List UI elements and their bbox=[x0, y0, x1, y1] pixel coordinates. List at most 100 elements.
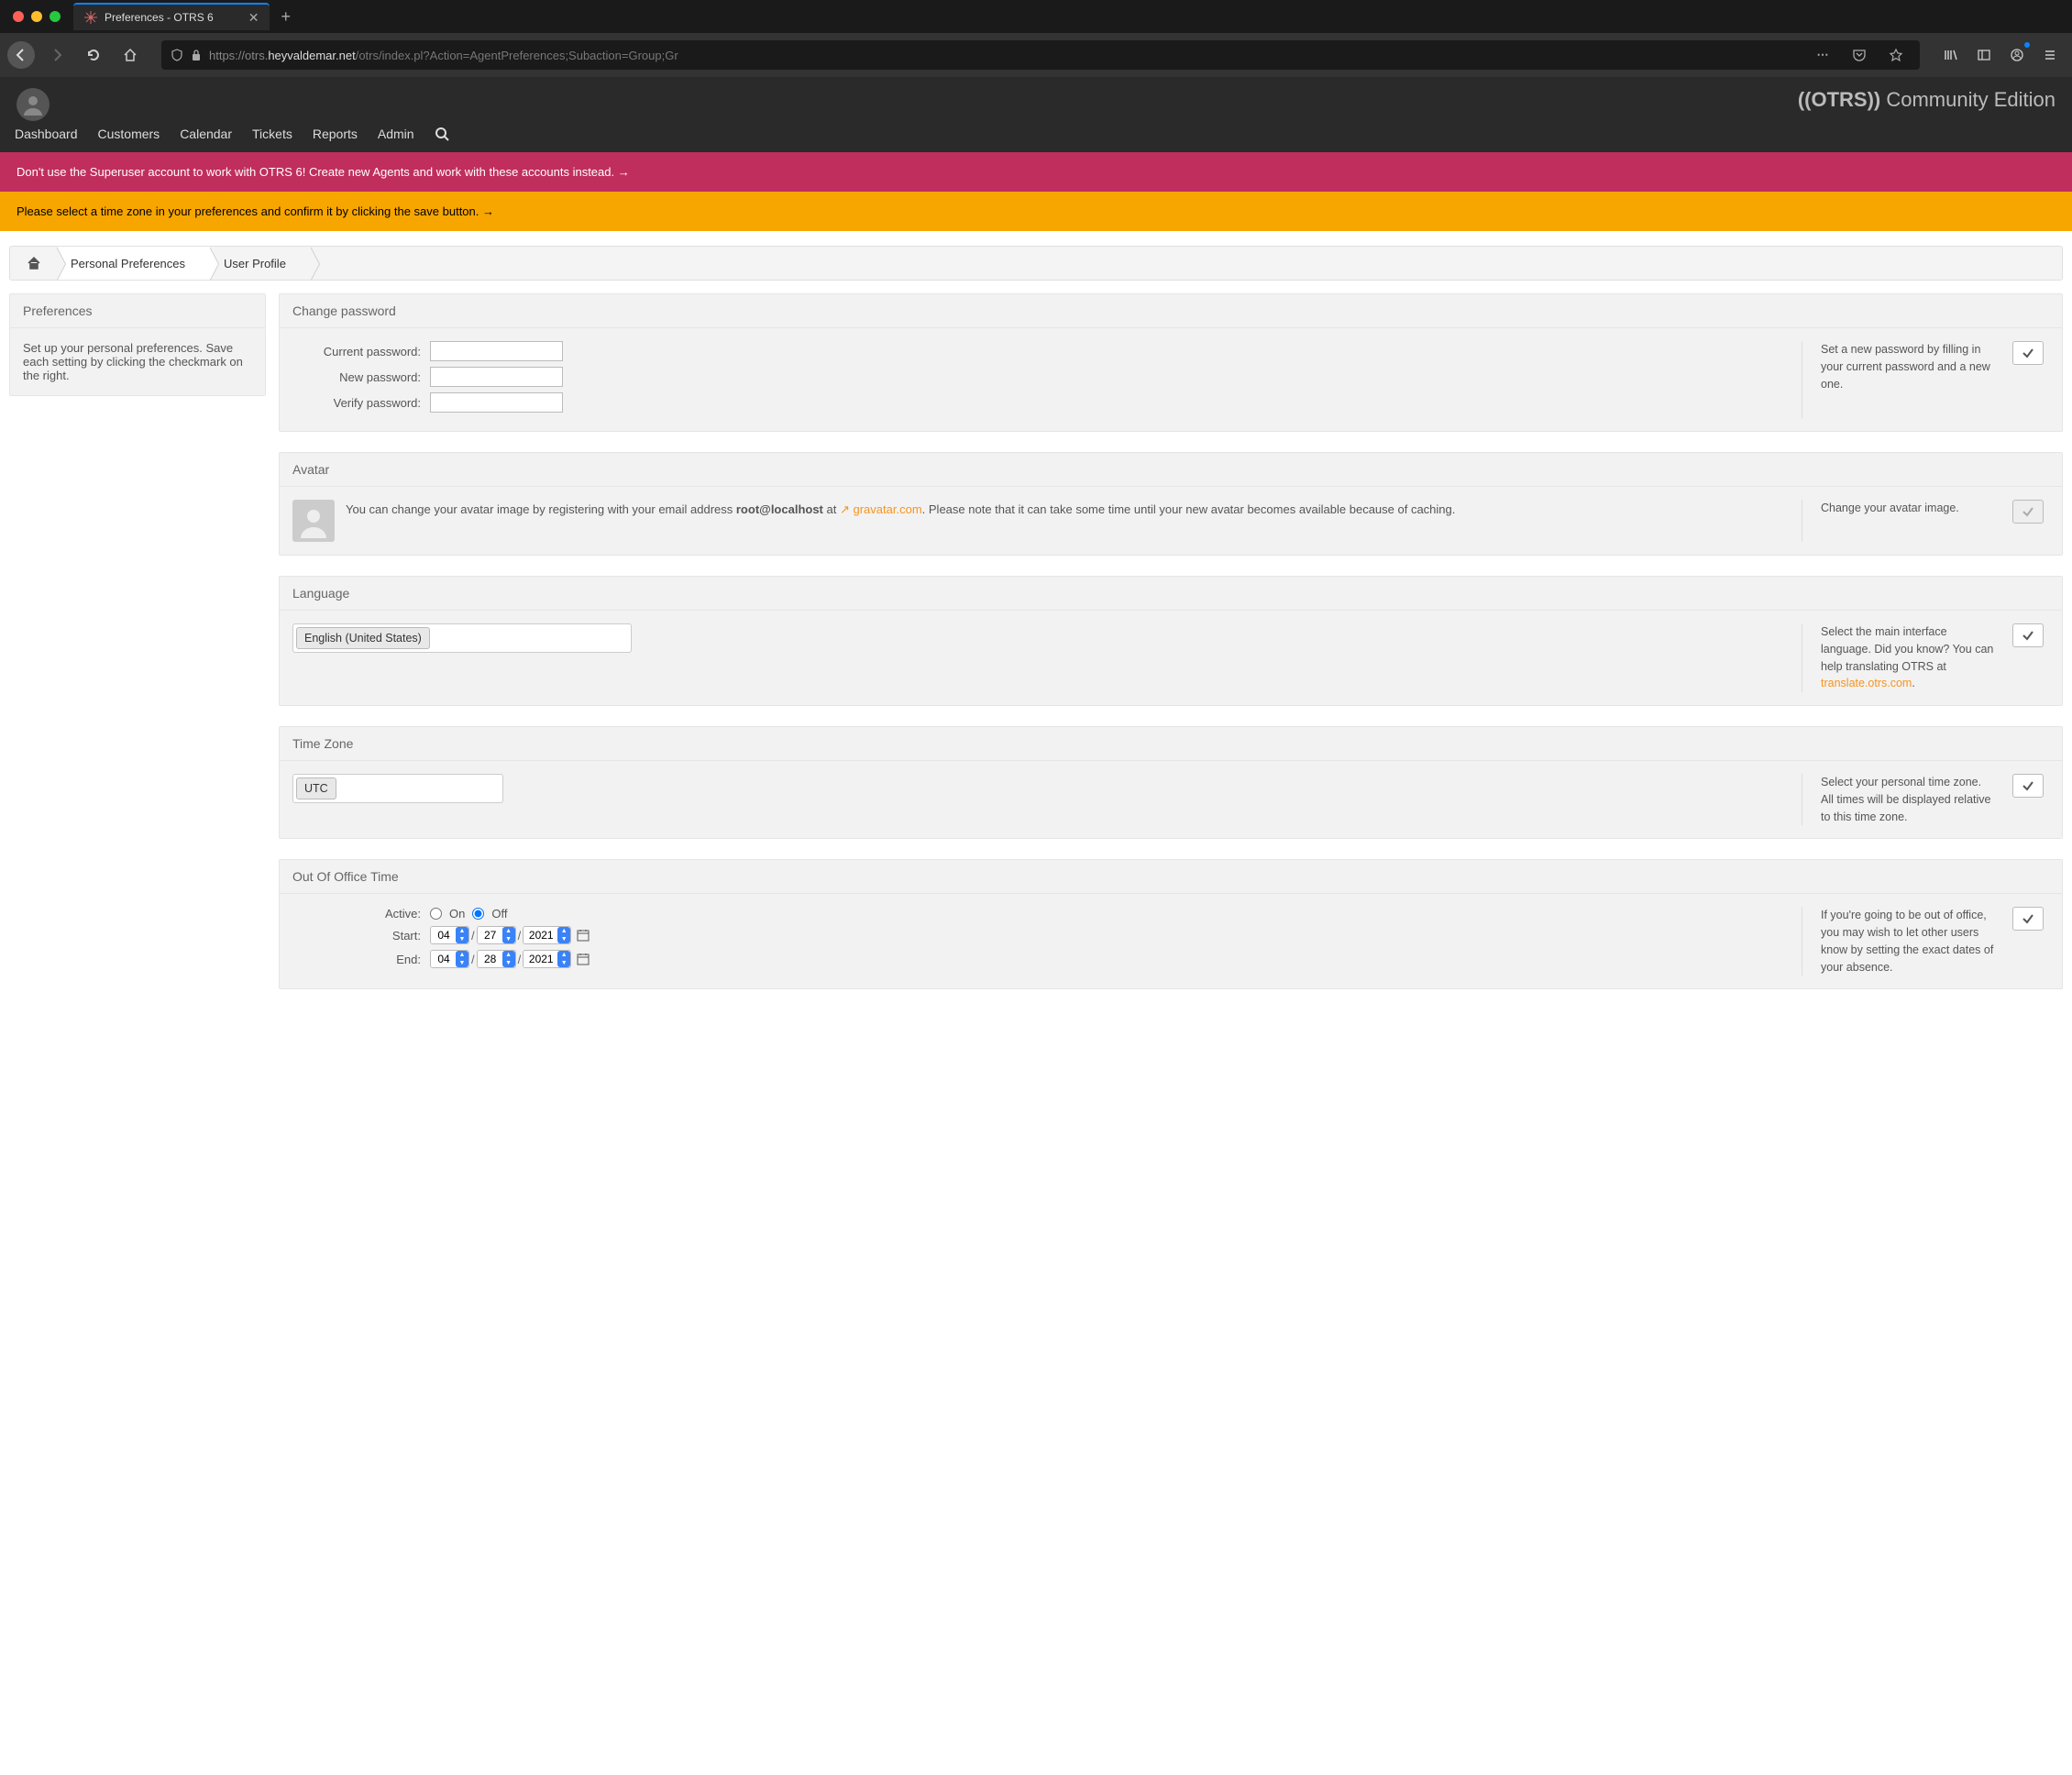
menu-icon[interactable] bbox=[2035, 40, 2065, 70]
save-timezone-button[interactable] bbox=[2012, 774, 2044, 798]
nav-reports[interactable]: Reports bbox=[313, 127, 358, 141]
end-day-select[interactable]: ▲▼ bbox=[477, 950, 516, 968]
home-icon bbox=[27, 256, 41, 270]
check-icon bbox=[2022, 779, 2034, 792]
check-icon bbox=[2022, 505, 2034, 518]
save-ooo-button[interactable] bbox=[2012, 907, 2044, 931]
sidebar-panel: Preferences Set up your personal prefere… bbox=[9, 293, 266, 396]
language-select[interactable]: English (United States) bbox=[292, 623, 632, 653]
panel-title-avatar: Avatar bbox=[280, 453, 2062, 487]
check-icon bbox=[2022, 912, 2034, 925]
search-icon[interactable] bbox=[435, 127, 449, 141]
label-new-password: New password: bbox=[292, 370, 430, 384]
panel-title-password: Change password bbox=[280, 294, 2062, 328]
start-month-select[interactable]: ▲▼ bbox=[430, 926, 469, 944]
app-header: ((OTRS)) Community Edition bbox=[0, 77, 2072, 121]
bookmark-icon[interactable] bbox=[1881, 40, 1911, 70]
lock-icon bbox=[191, 49, 202, 61]
library-icon[interactable] bbox=[1936, 40, 1966, 70]
timezone-select[interactable]: UTC bbox=[292, 774, 503, 803]
back-button[interactable] bbox=[7, 41, 35, 69]
home-button[interactable] bbox=[116, 40, 145, 70]
check-icon bbox=[2022, 629, 2034, 642]
ooo-on-label: On bbox=[449, 907, 465, 921]
panel-avatar: Avatar You can change your avatar image … bbox=[279, 452, 2063, 556]
tab-title: Preferences - OTRS 6 bbox=[105, 11, 214, 24]
tab-favicon-icon bbox=[84, 11, 97, 24]
help-password: Set a new password by filling in your cu… bbox=[1802, 341, 1994, 418]
current-password-input[interactable] bbox=[430, 341, 563, 361]
pocket-icon[interactable] bbox=[1845, 40, 1874, 70]
translate-link[interactable]: translate.otrs.com bbox=[1821, 677, 1912, 689]
sidebar-icon[interactable] bbox=[1969, 40, 1999, 70]
calendar-icon[interactable] bbox=[577, 929, 590, 942]
panel-title-language: Language bbox=[280, 577, 2062, 611]
ooo-on-radio[interactable] bbox=[430, 908, 442, 920]
shield-icon bbox=[171, 49, 183, 61]
help-ooo: If you're going to be out of office, you… bbox=[1802, 907, 1994, 976]
sidebar-title: Preferences bbox=[10, 294, 265, 328]
verify-password-input[interactable] bbox=[430, 392, 563, 413]
browser-tab[interactable]: Preferences - OTRS 6 ✕ bbox=[73, 3, 270, 30]
language-value: English (United States) bbox=[296, 627, 430, 649]
ooo-off-label: Off bbox=[491, 907, 507, 921]
account-icon[interactable] bbox=[2002, 40, 2032, 70]
check-icon bbox=[2022, 347, 2034, 359]
start-year-select[interactable]: ▲▼ bbox=[523, 926, 571, 944]
avatar-image bbox=[292, 500, 335, 542]
timezone-value: UTC bbox=[296, 777, 336, 799]
label-current-password: Current password: bbox=[292, 345, 430, 358]
new-password-input[interactable] bbox=[430, 367, 563, 387]
save-password-button[interactable] bbox=[2012, 341, 2044, 365]
start-day-select[interactable]: ▲▼ bbox=[477, 926, 516, 944]
new-tab-button[interactable]: + bbox=[270, 7, 302, 27]
banner-superuser-warning[interactable]: Don't use the Superuser account to work … bbox=[0, 152, 2072, 192]
panel-timezone: Time Zone UTC Select your personal time … bbox=[279, 726, 2063, 839]
banner-timezone-warning[interactable]: Please select a time zone in your prefer… bbox=[0, 192, 2072, 231]
help-timezone: Select your personal time zone. All time… bbox=[1802, 774, 1994, 825]
panel-language: Language English (United States) Select … bbox=[279, 576, 2063, 706]
close-tab-button[interactable]: ✕ bbox=[248, 10, 259, 26]
calendar-icon[interactable] bbox=[577, 953, 590, 965]
breadcrumb: Personal Preferences User Profile bbox=[9, 246, 2063, 281]
window-controls bbox=[0, 11, 73, 22]
close-window-button[interactable] bbox=[13, 11, 24, 22]
breadcrumb-user-profile[interactable]: User Profile bbox=[211, 247, 312, 280]
url-text: https://otrs.heyvaldemar.net/otrs/index.… bbox=[209, 49, 678, 62]
user-avatar[interactable] bbox=[17, 88, 50, 121]
breadcrumb-personal-preferences[interactable]: Personal Preferences bbox=[58, 247, 211, 280]
help-language: Select the main interface language. Did … bbox=[1802, 623, 1994, 692]
panel-change-password: Change password Current password: New pa… bbox=[279, 293, 2063, 432]
gravatar-link[interactable]: ↗ gravatar.com bbox=[840, 502, 922, 516]
avatar-email: root@localhost bbox=[736, 502, 823, 516]
nav-bar: https://otrs.heyvaldemar.net/otrs/index.… bbox=[0, 33, 2072, 77]
panel-ooo: Out Of Office Time Active: On Off bbox=[279, 859, 2063, 989]
url-bar[interactable]: https://otrs.heyvaldemar.net/otrs/index.… bbox=[161, 40, 1920, 70]
label-ooo-active: Active: bbox=[292, 907, 430, 921]
breadcrumb-home[interactable] bbox=[10, 247, 58, 280]
external-link-icon: ↗ bbox=[840, 502, 854, 516]
label-ooo-start: Start: bbox=[292, 929, 430, 943]
panel-title-timezone: Time Zone bbox=[280, 727, 2062, 761]
panel-title-ooo: Out Of Office Time bbox=[280, 860, 2062, 894]
forward-button[interactable] bbox=[42, 40, 72, 70]
browser-chrome: Preferences - OTRS 6 ✕ + https://o bbox=[0, 0, 2072, 77]
nav-calendar[interactable]: Calendar bbox=[180, 127, 232, 141]
ooo-off-radio[interactable] bbox=[472, 908, 484, 920]
main-nav: Dashboard Customers Calendar Tickets Rep… bbox=[0, 121, 2072, 152]
end-year-select[interactable]: ▲▼ bbox=[523, 950, 571, 968]
minimize-window-button[interactable] bbox=[31, 11, 42, 22]
sidebar-body: Set up your personal preferences. Save e… bbox=[10, 328, 265, 395]
save-avatar-button bbox=[2012, 500, 2044, 524]
maximize-window-button[interactable] bbox=[50, 11, 61, 22]
nav-tickets[interactable]: Tickets bbox=[252, 127, 292, 141]
page-actions-icon[interactable]: ⋯ bbox=[1808, 40, 1837, 70]
nav-admin[interactable]: Admin bbox=[378, 127, 414, 141]
reload-button[interactable] bbox=[79, 40, 108, 70]
nav-dashboard[interactable]: Dashboard bbox=[15, 127, 78, 141]
save-language-button[interactable] bbox=[2012, 623, 2044, 647]
end-month-select[interactable]: ▲▼ bbox=[430, 950, 469, 968]
nav-customers[interactable]: Customers bbox=[98, 127, 160, 141]
label-verify-password: Verify password: bbox=[292, 396, 430, 410]
label-ooo-end: End: bbox=[292, 953, 430, 966]
